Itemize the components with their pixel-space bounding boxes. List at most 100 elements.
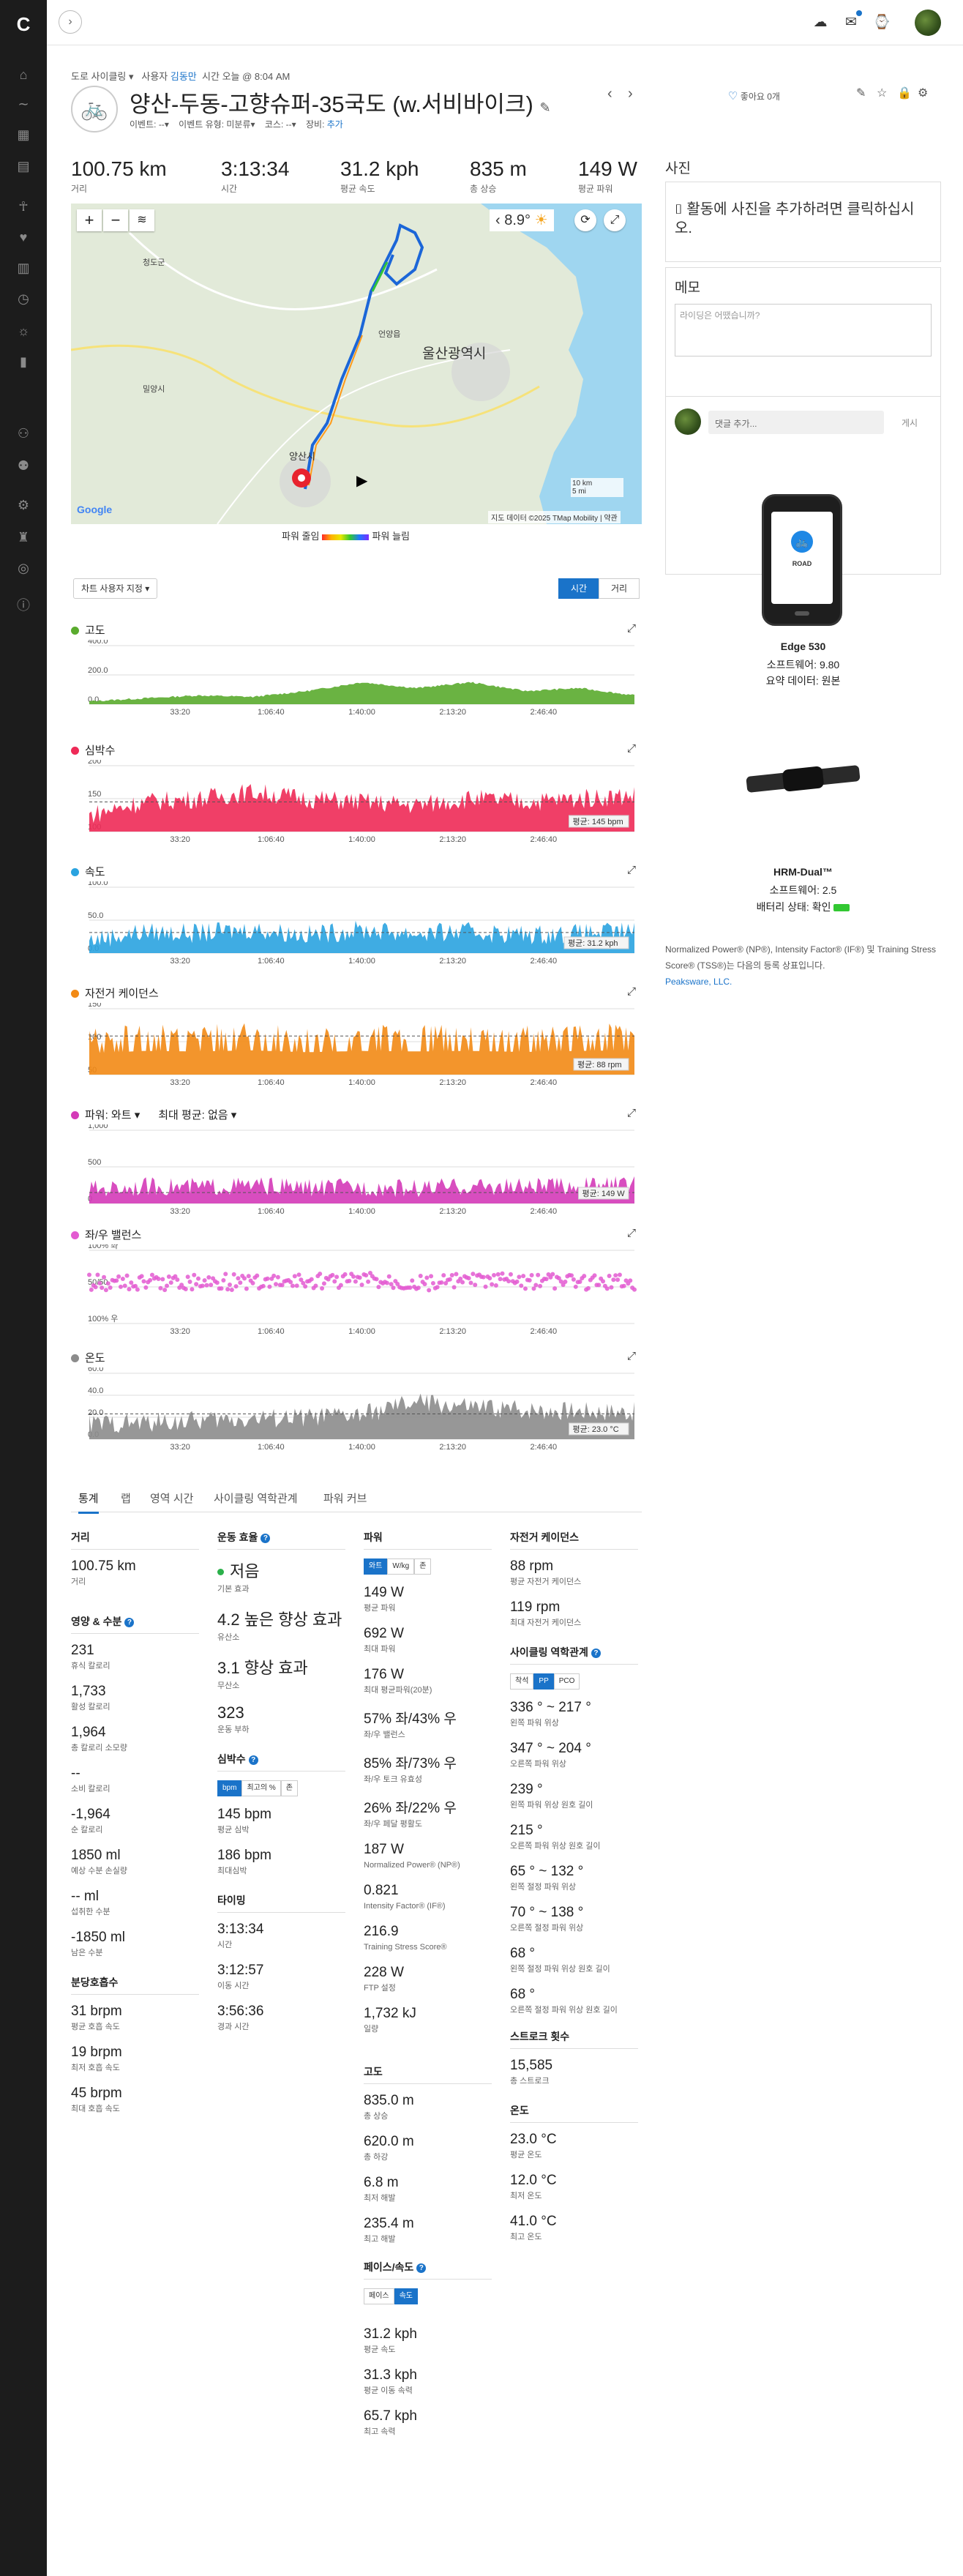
heart-icon[interactable]: ♥ bbox=[15, 228, 32, 246]
zoom-out-button[interactable]: − bbox=[103, 209, 128, 231]
target-icon[interactable]: ◎ bbox=[15, 559, 32, 577]
customize-charts-select[interactable]: 차트 사용자 지정 ▾ bbox=[73, 578, 158, 599]
chevron-left-icon[interactable]: ‹ bbox=[495, 212, 501, 228]
trophy-icon[interactable]: ♜ bbox=[15, 529, 32, 546]
expand-icon[interactable]: ⤢ bbox=[627, 985, 636, 998]
next-activity-icon[interactable]: › bbox=[628, 86, 633, 102]
event-type-value[interactable]: 미분류 bbox=[226, 119, 250, 130]
play-icon[interactable]: ▶ bbox=[356, 471, 367, 490]
help-icon[interactable]: ? bbox=[124, 1618, 135, 1627]
max-average-select[interactable]: 최대 평균: 없음 bbox=[158, 1109, 228, 1121]
tab-power-curve[interactable]: 파워 커브 bbox=[323, 1490, 367, 1506]
prev-activity-icon[interactable]: ‹ bbox=[607, 86, 612, 102]
zoom-in-button[interactable]: + bbox=[77, 209, 102, 231]
data-point bbox=[347, 1278, 352, 1283]
user-avatar[interactable] bbox=[915, 10, 941, 36]
activity-title[interactable]: 양산-두동-고향슈퍼-35국도 (w.서비바이크) bbox=[130, 92, 533, 117]
chevron-down-icon[interactable]: ▾ bbox=[129, 71, 134, 82]
power-watts-toggle[interactable]: 와트 bbox=[364, 1558, 388, 1575]
notes-textarea[interactable]: 라이딩은 어땠습니까? bbox=[675, 304, 932, 356]
calendar-icon[interactable]: ▦ bbox=[15, 126, 32, 143]
expand-icon[interactable]: ⤢ bbox=[627, 622, 636, 635]
activity-type[interactable]: 도로 사이클링 bbox=[71, 71, 126, 82]
replay-icon[interactable]: ⟳ bbox=[574, 209, 596, 231]
data-point bbox=[318, 1272, 323, 1277]
stat-label: 총 상승 bbox=[364, 2112, 389, 2121]
route-map[interactable]: + − ≋ ‹ 8.9° ☀ ⟳ ⤢ 울산광역시 청도군 밀양시 언양읍 양산시… bbox=[71, 204, 642, 524]
lock-icon[interactable]: 🔒 bbox=[897, 86, 912, 100]
chart-svg[interactable]: 1501005033:201:06:401:40:002:13:202:46:4… bbox=[71, 1003, 642, 1088]
pco-toggle[interactable]: PCO bbox=[553, 1673, 580, 1690]
help-icon[interactable]: ? bbox=[261, 1534, 271, 1543]
edit-pencil-icon[interactable]: ✎ bbox=[539, 100, 550, 115]
garmin-logo-icon[interactable]: C bbox=[12, 13, 34, 35]
hr-bpm-toggle[interactable]: bpm bbox=[217, 1780, 242, 1796]
hr-percent-toggle[interactable]: 최고의 % bbox=[241, 1780, 281, 1796]
expand-icon[interactable]: ⤢ bbox=[627, 1350, 636, 1362]
fullscreen-icon[interactable]: ⤢ bbox=[604, 209, 626, 231]
chart-svg[interactable]: 100% 좌50/50100% 우33:201:06:401:40:002:13… bbox=[71, 1244, 642, 1337]
event-value[interactable]: -- bbox=[159, 119, 165, 130]
pace-toggle[interactable]: 페이스 bbox=[364, 2288, 394, 2304]
watch-icon[interactable]: ⌚ bbox=[872, 13, 891, 32]
add-photo-text[interactable]: 활동에 사진을 추가하려면 클릭하십시오. bbox=[675, 201, 914, 236]
distance-toggle[interactable]: 거리 bbox=[599, 578, 640, 599]
tab-dynamics[interactable]: 사이클링 역학관계 bbox=[214, 1490, 298, 1506]
expand-icon[interactable]: ⤢ bbox=[627, 1227, 636, 1239]
tab-stats[interactable]: 통계 bbox=[78, 1490, 99, 1514]
like-button[interactable]: ♡ 좋아요 0개 bbox=[728, 89, 780, 102]
edit-icon[interactable]: ✎ bbox=[856, 86, 866, 100]
terms-link[interactable]: 약관 bbox=[604, 515, 617, 523]
help-icon[interactable]: ? bbox=[591, 1649, 601, 1658]
comment-input[interactable]: 댓글 추가... bbox=[708, 411, 884, 434]
course-value[interactable]: -- bbox=[286, 119, 292, 130]
chart-svg[interactable]: 60.040.020.00.033:201:06:401:40:002:13:2… bbox=[71, 1367, 642, 1452]
info-icon[interactable]: ⓘ bbox=[15, 597, 32, 614]
stopwatch-icon[interactable]: ◷ bbox=[15, 290, 32, 307]
help-icon[interactable]: ? bbox=[248, 1755, 258, 1765]
bar-chart-icon[interactable]: ▥ bbox=[15, 259, 32, 277]
layers-icon[interactable]: ≋ bbox=[130, 209, 154, 231]
news-icon[interactable]: ▤ bbox=[15, 157, 32, 175]
chevron-right-icon[interactable]: › bbox=[59, 10, 82, 34]
data-point bbox=[267, 1284, 272, 1289]
chart-svg[interactable]: 20015010033:201:06:401:40:002:13:202:46:… bbox=[71, 760, 642, 845]
expand-icon[interactable]: ⤢ bbox=[627, 864, 636, 876]
gear-icon[interactable]: ⚙ bbox=[15, 496, 32, 514]
data-point bbox=[500, 1271, 505, 1276]
comment-post-button[interactable]: 게시 bbox=[902, 417, 918, 429]
help-icon[interactable]: ? bbox=[416, 2263, 427, 2273]
time-toggle[interactable]: 시간 bbox=[558, 578, 599, 599]
power-wkg-toggle[interactable]: W/kg bbox=[387, 1558, 415, 1575]
data-point bbox=[601, 1279, 606, 1284]
activity-wave-icon[interactable]: ∼ bbox=[15, 95, 32, 113]
chart-svg[interactable]: 400.0200.00.033:20 1:06:40 1:40:00 2:13:20 2… bbox=[71, 640, 642, 717]
weather-widget[interactable]: ‹ 8.9° ☀ bbox=[490, 209, 554, 231]
expand-icon[interactable]: ⤢ bbox=[627, 1107, 636, 1119]
seated-toggle[interactable]: 착석 bbox=[510, 1673, 534, 1690]
tab-zones[interactable]: 영역 시간 bbox=[150, 1490, 193, 1506]
chart-title[interactable]: 파워: 와트 bbox=[85, 1109, 132, 1121]
expand-icon[interactable]: ⤢ bbox=[627, 742, 636, 755]
chart-svg[interactable]: 1,000500033:201:06:401:40:002:13:202:46:… bbox=[71, 1124, 642, 1217]
x-tick-label: 2:46:40 bbox=[530, 1078, 557, 1087]
chart-svg[interactable]: 100.050.00.033:201:06:401:40:002:13:202:… bbox=[71, 881, 642, 966]
group-icon[interactable]: ⚇ bbox=[15, 425, 32, 442]
lightbulb-icon[interactable]: ☼ bbox=[15, 322, 32, 340]
user-link[interactable]: 김동만 bbox=[171, 71, 197, 82]
home-icon[interactable]: ⌂ bbox=[15, 66, 32, 83]
speed-toggle[interactable]: 속도 bbox=[394, 2288, 419, 2304]
people-icon[interactable]: ⚉ bbox=[15, 457, 32, 474]
star-icon[interactable]: ☆ bbox=[877, 86, 887, 100]
running-person-icon[interactable]: ☥ bbox=[15, 198, 32, 215]
reports-icon[interactable]: ▮ bbox=[15, 353, 32, 370]
peaksware-link[interactable]: Peaksware, LLC. bbox=[665, 977, 732, 987]
hr-zone-toggle[interactable]: 존 bbox=[280, 1780, 298, 1796]
power-zone-toggle[interactable]: 존 bbox=[414, 1558, 432, 1575]
tab-laps[interactable]: 랩 bbox=[121, 1490, 131, 1506]
pp-toggle[interactable]: PP bbox=[533, 1673, 554, 1690]
gear-add-link[interactable]: 추가 bbox=[327, 119, 343, 130]
add-photo-panel[interactable]: ⌷ 활동에 사진을 추가하려면 클릭하십시오. bbox=[665, 182, 941, 262]
cloud-upload-icon[interactable]: ☁ bbox=[811, 13, 830, 32]
gear-icon[interactable]: ⚙ bbox=[918, 86, 928, 100]
